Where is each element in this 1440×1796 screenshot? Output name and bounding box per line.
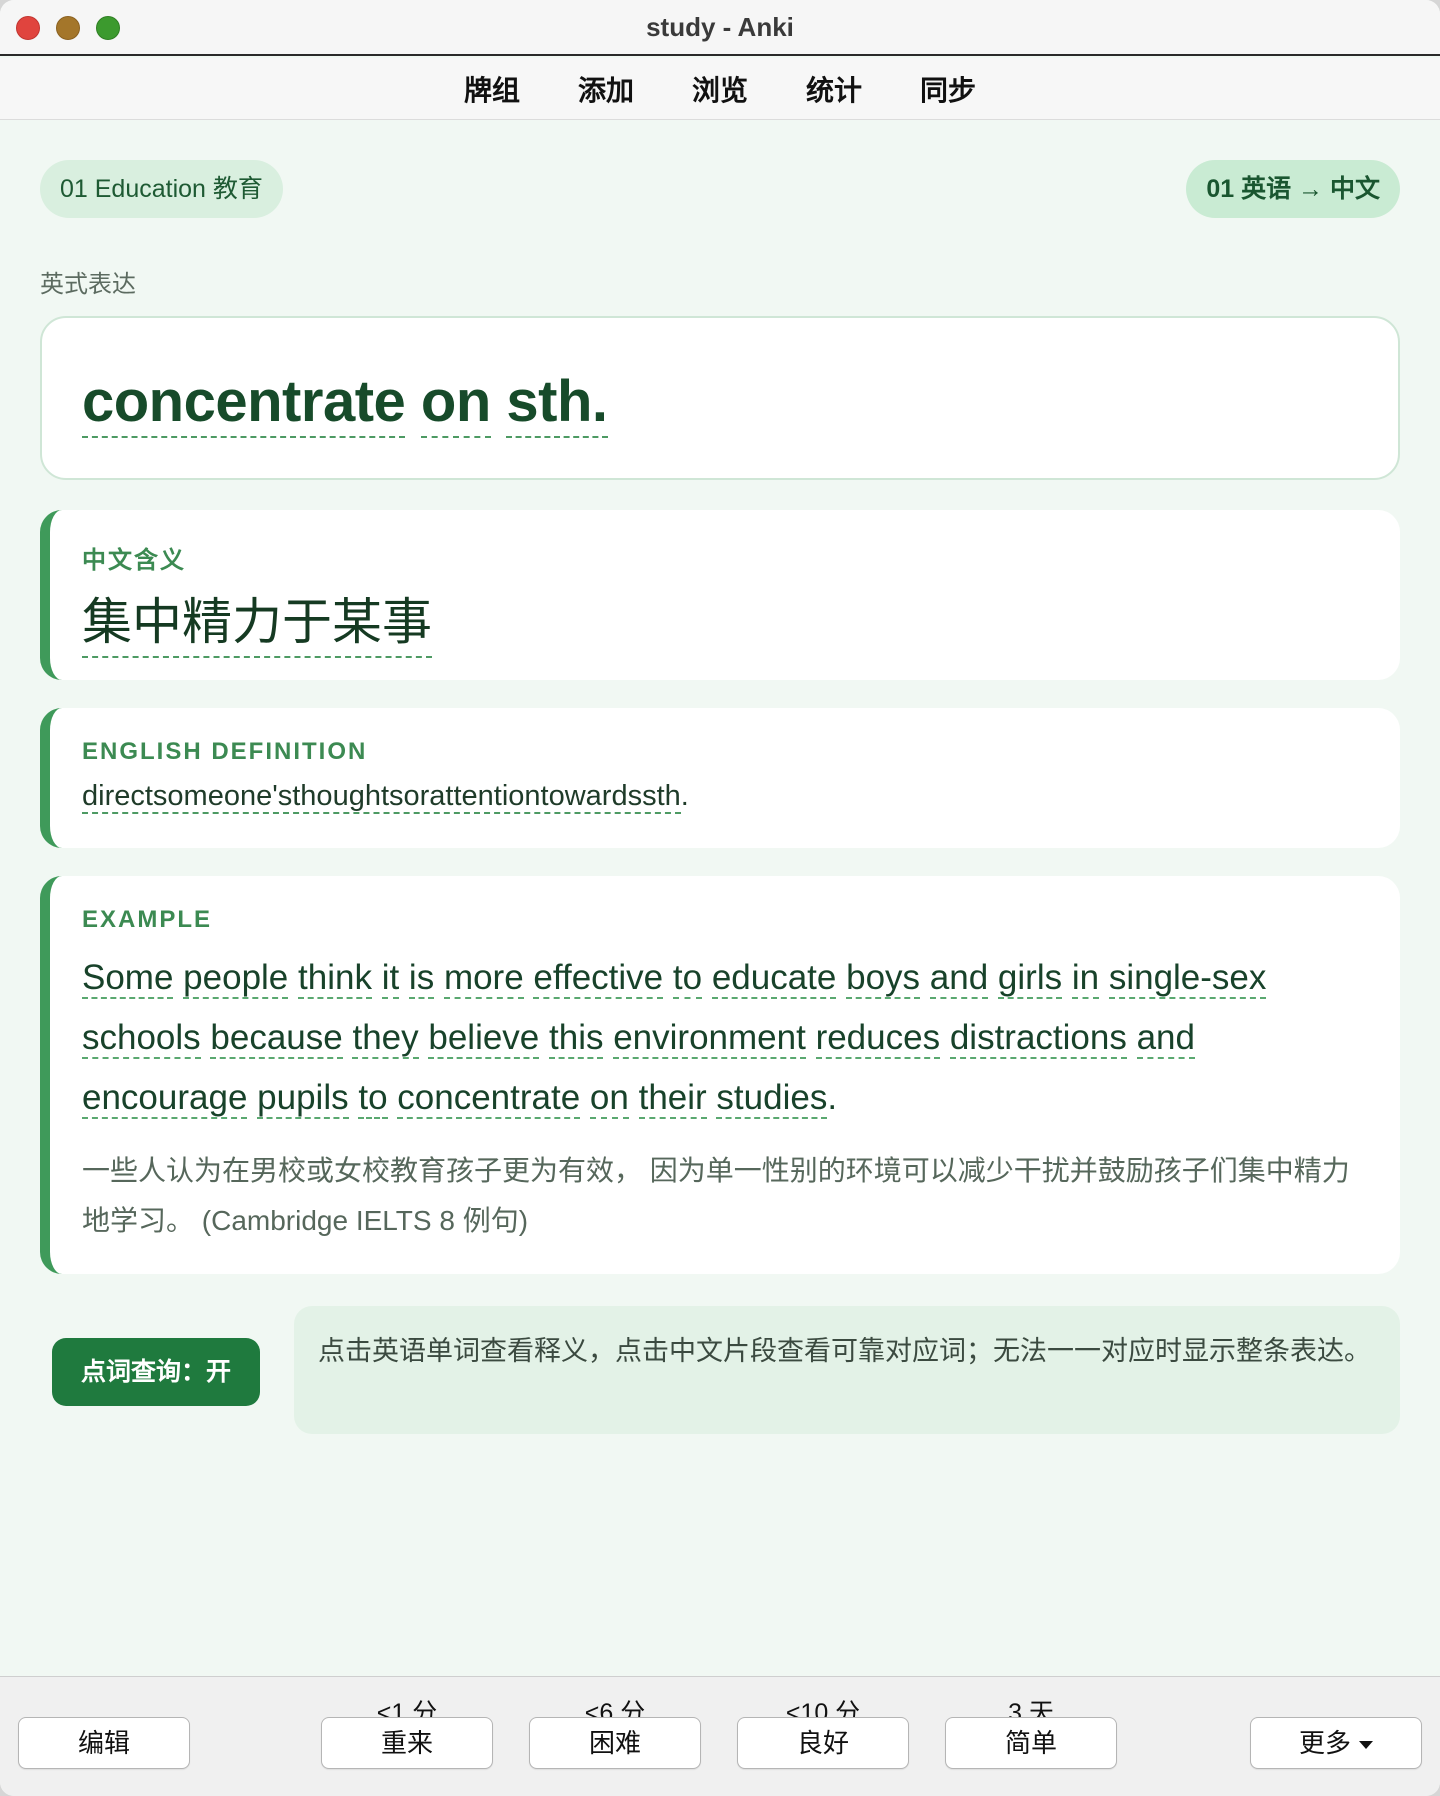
headword: concentrate on sth. — [82, 368, 608, 438]
example-word[interactable]: people — [183, 958, 289, 999]
example-word[interactable]: and — [1136, 1018, 1195, 1059]
answer-bar: 编辑 <1 分 重来 <6 分 困难 <10 分 良好 3 天 简单 更多 — [0, 1676, 1440, 1796]
direction-pill: 01 英语 → 中文 — [1186, 160, 1400, 218]
example-word[interactable]: distractions — [949, 1018, 1127, 1059]
example-word[interactable]: schools — [82, 1018, 201, 1059]
example-label: EXAMPLE — [82, 906, 213, 933]
edit-button[interactable]: 编辑 — [18, 1717, 190, 1769]
definition-words[interactable]: directsomeone'sthoughtsorattentiontoward… — [82, 780, 681, 814]
more-label: 更多 — [1298, 1728, 1351, 1758]
example-translation[interactable]: 一些人认为在男校或女校教育孩子更为有效， 因为单一性别的环境可以减少干扰并鼓励孩… — [82, 1146, 1362, 1246]
example-word[interactable]: more — [443, 958, 524, 999]
toolbar-sync[interactable]: 同步 — [920, 65, 976, 113]
example-word[interactable]: on — [589, 1078, 629, 1119]
example-word[interactable]: think — [298, 958, 372, 999]
example-word[interactable]: pupils — [257, 1078, 349, 1119]
word-card: concentrate on sth. — [40, 316, 1400, 480]
lookup-toggle-button[interactable]: 点词查询：开 — [52, 1338, 260, 1406]
deck-pill: 01 Education 教育 — [40, 160, 283, 218]
example-word[interactable]: in — [1071, 958, 1100, 999]
definition-period: . — [680, 780, 689, 812]
example-word[interactable]: reduces — [815, 1018, 941, 1059]
card-type-label: 英式表达 — [40, 271, 136, 298]
good-button[interactable]: 良好 — [737, 1717, 909, 1769]
example-word[interactable]: this — [549, 1018, 604, 1059]
headword-part[interactable]: sth. — [506, 369, 608, 438]
toolbar-browse[interactable]: 浏览 — [692, 65, 748, 113]
example-word[interactable]: concentrate — [397, 1078, 581, 1119]
meaning-card: 中文含义 集中精力于某事 — [40, 510, 1400, 680]
example-word[interactable]: effective — [533, 958, 664, 999]
easy-button[interactable]: 简单 — [945, 1717, 1117, 1769]
example-word[interactable]: Some — [82, 958, 174, 999]
definition-text: directsomeone'sthoughtsorattentiontoward… — [82, 780, 689, 814]
example-word[interactable]: it — [381, 958, 400, 999]
definition-card: ENGLISH DEFINITION directsomeone'sthough… — [40, 708, 1400, 848]
example-period: . — [827, 1078, 838, 1117]
toolbar-stats[interactable]: 统计 — [806, 65, 862, 113]
example-word[interactable]: and — [929, 958, 989, 999]
example-word[interactable]: encourage — [82, 1078, 248, 1119]
more-button[interactable]: 更多 — [1250, 1717, 1422, 1769]
example-word[interactable]: to — [672, 958, 703, 999]
example-word[interactable]: single-sex — [1108, 958, 1267, 999]
example-word[interactable]: girls — [997, 958, 1063, 999]
toolbar-add[interactable]: 添加 — [578, 65, 634, 113]
headword-part[interactable]: on — [420, 369, 491, 438]
chevron-down-icon — [1359, 1741, 1373, 1750]
example-card: EXAMPLE Some people think it is more eff… — [40, 876, 1400, 1274]
toolbar-decks[interactable]: 牌组 — [464, 65, 520, 113]
lookup-hint: 点击英语单词查看释义，点击中文片段查看可靠对应词；无法一一对应时显示整条表达。 — [294, 1306, 1400, 1434]
example-word[interactable]: to — [358, 1078, 388, 1119]
headword-part[interactable]: concentrate — [82, 369, 406, 438]
example-word[interactable]: believe — [428, 1018, 540, 1059]
example-word[interactable]: they — [352, 1018, 419, 1059]
example-word[interactable]: educate — [711, 958, 837, 999]
window-title: study - Anki — [646, 12, 794, 42]
title-bar: study - Anki — [0, 0, 1440, 56]
anki-window: study - Anki 牌组 添加 浏览 统计 同步 01 Education… — [0, 0, 1440, 1796]
definition-label: ENGLISH DEFINITION — [82, 738, 368, 765]
example-word[interactable]: their — [638, 1078, 707, 1119]
example-word[interactable]: environment — [613, 1018, 806, 1059]
example-word[interactable]: because — [210, 1018, 343, 1059]
example-word[interactable]: studies — [716, 1078, 828, 1119]
example-word[interactable]: is — [408, 958, 435, 999]
main-toolbar: 牌组 添加 浏览 统计 同步 — [0, 58, 1440, 120]
hard-button[interactable]: 困难 — [529, 1717, 701, 1769]
example-word[interactable]: boys — [846, 958, 921, 999]
meaning-text[interactable]: 集中精力于某事 — [82, 582, 432, 658]
example-sentence: Some people think it is more effective t… — [82, 948, 1362, 1128]
meaning-label: 中文含义 — [82, 547, 186, 574]
again-button[interactable]: 重来 — [321, 1717, 493, 1769]
